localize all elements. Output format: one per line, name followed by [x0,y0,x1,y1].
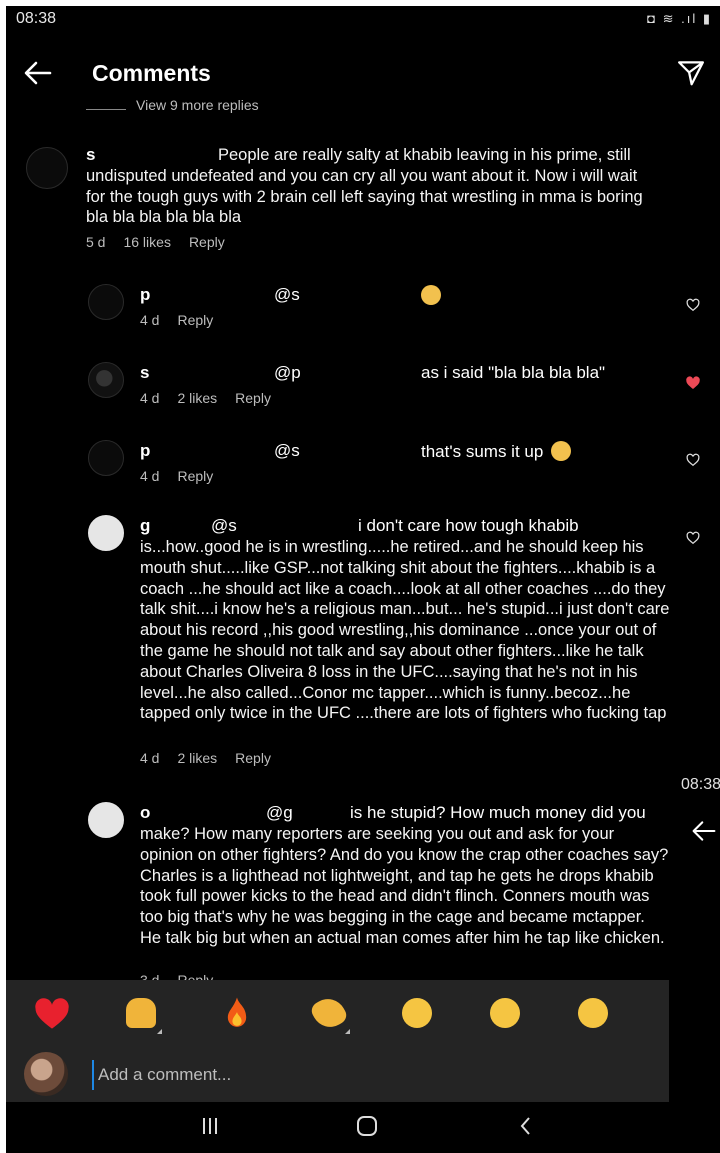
avatar[interactable] [88,440,124,476]
crying-face-emoji-icon [402,998,432,1028]
avatar[interactable] [88,362,124,398]
heart-eyes-face-emoji-icon [490,998,520,1028]
mention-link[interactable]: @p [274,363,301,383]
reaction-heart[interactable] [30,992,74,1036]
system-nav-bar [6,1102,720,1153]
heart-filled-icon[interactable] [685,375,701,391]
status-time: 08:38 [16,10,57,27]
face-emoji-icon [421,285,441,305]
reply-button[interactable]: Reply [177,468,213,484]
clapping-hands-emoji-icon [308,992,350,1034]
share-button[interactable] [676,58,708,90]
reply-button[interactable]: Reply [177,312,213,328]
comment-username[interactable]: g [140,516,150,536]
comment-text: that's sums it up [421,441,572,462]
comment-meta: 4 d 2 likes Reply [140,750,289,766]
reply-comment: s @p as i said "bla bla bla bla" 4 d 2 li… [6,356,669,416]
comment: s People are really salty at khabib leav… [6,141,669,256]
view-more-replies-label: View 9 more replies [136,97,259,113]
comment-likes[interactable]: 16 likes [123,234,170,250]
comment-likes[interactable]: 2 likes [177,390,217,406]
heart-outline-icon[interactable] [686,453,700,467]
raised-hands-emoji-icon [126,998,156,1028]
mention-link[interactable]: @s [274,441,300,461]
comment-input[interactable] [92,1060,660,1090]
reply-comment: g @s i don't care how tough khabib is...… [6,509,669,774]
avatar[interactable] [88,802,124,838]
reaction-raised-hands[interactable] [120,992,164,1036]
mention-link[interactable]: @g [266,803,293,823]
mention-link[interactable]: @s [211,516,237,536]
comment-composer [6,1046,669,1102]
reaction-clapping-hands[interactable] [308,992,352,1036]
current-user-avatar [24,1052,68,1096]
reaction-heart-eyes-face[interactable] [484,992,528,1036]
peek-window-time: 08:38 [681,776,720,793]
comment-time: 4 d [140,468,160,484]
heart-outline-icon[interactable] [686,531,700,545]
comments-app: Comments View 9 more replies s People ar… [6,6,669,1102]
comment-meta: 4 d Reply [140,468,231,484]
reply-comment: p @s that's sums it up 4 d Reply [6,434,669,494]
reply-button[interactable]: Reply [235,750,271,766]
comment-username[interactable]: o [140,803,150,823]
mention-link[interactable]: @s [274,285,300,305]
comment-username[interactable]: p [140,441,150,461]
heart-outline-icon[interactable] [686,298,700,312]
comment-time: 4 d [140,750,160,766]
back-button[interactable] [22,58,58,88]
reply-comment: o @g is he stupid? How much money did yo… [6,796,669,991]
system-back-button[interactable] [514,1114,538,1143]
comment-time: 4 d [140,390,160,406]
comment-text-first-line: is he stupid? How much money did you [350,803,646,822]
home-button[interactable] [355,1114,379,1143]
status-bar: 08:38 ◘ ≋ .ıl ▮ [6,6,720,36]
reply-button[interactable]: Reply [189,234,225,250]
avatar[interactable] [26,147,68,189]
comment-text: make? How many reporters are seeking you… [140,825,669,947]
heart-emoji-icon [35,998,69,1029]
composer-panel [6,980,669,1102]
page-title: Comments [92,60,211,86]
comment-username[interactable]: p [140,285,150,305]
divider [86,109,126,110]
comment-time: 5 d [86,234,106,250]
peek-window-back [689,818,719,849]
comment-meta: 4 d Reply [140,312,231,328]
send-icon [678,61,704,86]
avatar[interactable] [88,284,124,320]
comment-username[interactable]: s [140,363,149,383]
top-bar: Comments [6,48,669,98]
recent-apps-icon [203,1118,217,1134]
reaction-fire[interactable] [215,992,259,1036]
skin-tone-indicator [157,1029,162,1034]
reaction-crying-face[interactable] [396,992,440,1036]
comment-text: is...how..good he is in wrestling.....he… [140,538,669,723]
comment-text: People are really salty at khabib leavin… [86,146,643,227]
reply-button[interactable]: Reply [235,390,271,406]
quick-reactions [6,992,669,1042]
comment-text-first-line: i don't care how tough khabib [358,516,579,535]
arrow-left-icon [692,821,716,841]
face-emoji-icon [551,441,572,461]
comment-text: as i said "bla bla bla bla" [421,363,606,382]
comment-meta: 4 d 2 likes Reply [140,390,289,406]
reply-comment: p @s 4 d Reply [6,278,669,338]
status-icons: ◘ ≋ .ıl ▮ [647,11,712,26]
arrow-left-icon [24,61,52,85]
comment-time: 4 d [140,312,160,328]
skin-tone-indicator [345,1029,350,1034]
chevron-left-icon [520,1117,530,1135]
recent-apps-button[interactable] [198,1114,222,1143]
home-icon [357,1116,377,1136]
reaction-surprised-face[interactable] [572,992,616,1036]
avatar[interactable] [88,515,124,551]
comment-likes[interactable]: 2 likes [177,750,217,766]
surprised-face-emoji-icon [578,998,608,1028]
fire-emoji-icon [227,997,247,1027]
phone-screen: Comments View 9 more replies s People ar… [6,6,720,1153]
comment-meta: 5 d 16 likes Reply [86,234,243,250]
